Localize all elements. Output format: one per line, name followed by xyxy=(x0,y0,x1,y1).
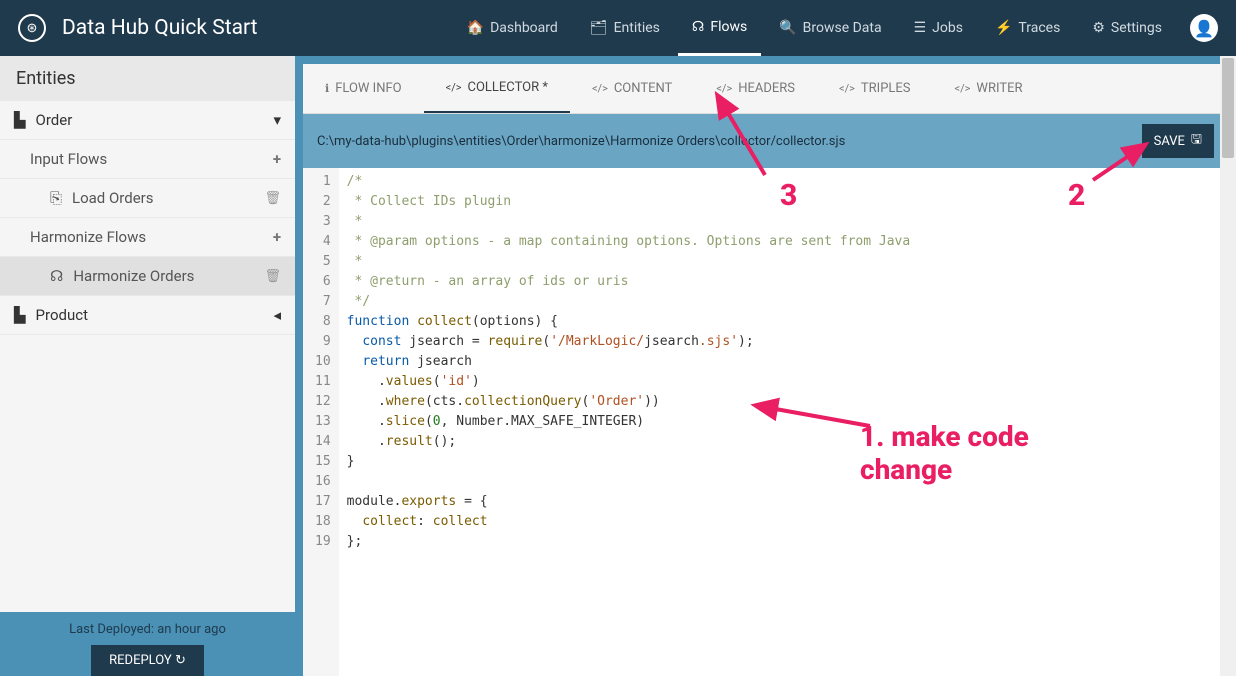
code-content[interactable]: /* * Collect IDs plugin * * @param optio… xyxy=(339,168,1228,676)
nav-traces[interactable]: ⚡ Traces xyxy=(981,0,1074,56)
nav-label: Settings xyxy=(1111,20,1162,36)
code-icon: </> xyxy=(592,82,608,95)
dashboard-icon: 🏠 xyxy=(467,20,484,36)
tab-label: HEADERS xyxy=(738,81,795,96)
plugin-tabs: ℹ FLOW INFO </> COLLECTOR * </> CONTENT </>… xyxy=(303,64,1228,114)
sidebar: Entities ▙ Order ▾ Input Flows + ⎘ Load … xyxy=(0,56,295,676)
add-harmonize-flow-icon[interactable]: + xyxy=(273,228,281,246)
import-icon: ⎘ xyxy=(50,189,62,207)
file-path-bar: C:\my-data-hub\plugins\entities\Order\ha… xyxy=(303,114,1228,168)
harmonize-flows[interactable]: Harmonize Flows + xyxy=(0,218,295,257)
code-editor[interactable]: 12345678910111213141516171819 /* * Colle… xyxy=(303,168,1228,676)
entities-icon: 🗂 xyxy=(590,20,608,36)
nav-dashboard[interactable]: 🏠 Dashboard xyxy=(453,0,572,56)
nav-jobs[interactable]: ☰ Jobs xyxy=(900,0,977,56)
sidebar-footer: Last Deployed: an hour ago REDEPLOY ↻ xyxy=(0,612,295,676)
chevron-down-icon: ▾ xyxy=(273,111,281,129)
button-label: REDEPLOY xyxy=(109,653,172,668)
nav-flows[interactable]: ☊ Flows xyxy=(678,0,761,56)
main: Entities ▙ Order ▾ Input Flows + ⎘ Load … xyxy=(0,56,1236,676)
entity-product[interactable]: ▙ Product ◂ xyxy=(0,296,295,335)
tree-label: Input Flows xyxy=(30,150,107,168)
input-flows[interactable]: Input Flows + xyxy=(0,140,295,179)
nav-entities[interactable]: 🗂 Entities xyxy=(576,0,674,56)
tab-label: CONTENT xyxy=(614,81,673,96)
nav-label: Dashboard xyxy=(490,20,558,36)
nav-label: Jobs xyxy=(932,20,963,36)
user-avatar-icon[interactable]: 👤 xyxy=(1190,14,1218,42)
tree-label: Load Orders xyxy=(72,189,153,207)
tab-label: COLLECTOR * xyxy=(468,80,548,95)
tree-label: Harmonize Orders xyxy=(73,267,194,285)
flows-icon: ☊ xyxy=(692,19,704,35)
tab-triples[interactable]: </> TRIPLES xyxy=(817,64,933,113)
nav-label: Browse Data xyxy=(803,20,882,36)
traces-icon: ⚡ xyxy=(995,20,1012,36)
topbar: ⊛ Data Hub Quick Start 🏠 Dashboard 🗂 Entit… xyxy=(0,0,1236,56)
tree-label: Order xyxy=(36,111,73,129)
tab-writer[interactable]: </> WRITER xyxy=(933,64,1045,113)
nav-label: Traces xyxy=(1018,20,1060,36)
tab-label: FLOW INFO xyxy=(335,81,401,96)
tree-label: Product xyxy=(36,306,88,324)
sidebar-title: Entities xyxy=(0,56,295,101)
last-deployed-text: Last Deployed: an hour ago xyxy=(0,622,295,637)
nav-label: Flows xyxy=(710,19,747,35)
delete-icon[interactable]: 🗑 xyxy=(264,269,281,284)
redeploy-button[interactable]: REDEPLOY ↻ xyxy=(91,645,204,676)
save-icon: 🖫 xyxy=(1191,130,1202,152)
scrollbar-thumb[interactable] xyxy=(1222,58,1234,158)
entity-tree: ▙ Order ▾ Input Flows + ⎘ Load Orders 🗑 … xyxy=(0,101,295,612)
gear-icon: ⚙ xyxy=(1092,20,1105,36)
nav-settings[interactable]: ⚙ Settings xyxy=(1078,0,1176,56)
file-path: C:\my-data-hub\plugins\entities\Order\ha… xyxy=(317,134,845,149)
line-gutter: 12345678910111213141516171819 xyxy=(303,168,339,676)
tab-collector[interactable]: </> COLLECTOR * xyxy=(424,64,570,113)
tree-label: Harmonize Flows xyxy=(30,228,146,246)
flow-load-orders[interactable]: ⎘ Load Orders 🗑 xyxy=(0,179,295,218)
flow-harmonize-orders[interactable]: ☊ Harmonize Orders 🗑 xyxy=(0,257,295,296)
tab-label: WRITER xyxy=(976,81,1022,96)
flow-icon: ☊ xyxy=(50,267,63,285)
nav-browse[interactable]: 🔍 Browse Data xyxy=(765,0,895,56)
code-icon: </> xyxy=(716,82,732,95)
tab-content[interactable]: </> CONTENT xyxy=(570,64,694,113)
content-area: ℹ FLOW INFO </> COLLECTOR * </> CONTENT </>… xyxy=(295,56,1236,676)
chart-icon: ▙ xyxy=(14,306,26,324)
nav-label: Entities xyxy=(614,20,660,36)
tab-headers[interactable]: </> HEADERS xyxy=(694,64,817,113)
chart-icon: ▙ xyxy=(14,111,26,129)
code-icon: </> xyxy=(839,82,855,95)
jobs-icon: ☰ xyxy=(914,20,927,36)
delete-icon[interactable]: 🗑 xyxy=(264,191,281,206)
code-icon: </> xyxy=(446,81,462,94)
scrollbar[interactable] xyxy=(1220,56,1236,676)
button-label: SAVE xyxy=(1154,134,1185,149)
add-input-flow-icon[interactable]: + xyxy=(273,150,281,168)
info-icon: ℹ xyxy=(325,82,329,95)
save-button[interactable]: SAVE 🖫 xyxy=(1142,124,1214,158)
app-title: Data Hub Quick Start xyxy=(62,16,258,40)
tab-label: TRIPLES xyxy=(861,81,911,96)
entity-order[interactable]: ▙ Order ▾ xyxy=(0,101,295,140)
top-nav: 🏠 Dashboard 🗂 Entities ☊ Flows 🔍 Browse Data… xyxy=(453,0,1218,56)
search-icon: 🔍 xyxy=(779,20,796,36)
chevron-left-icon: ◂ xyxy=(273,306,281,324)
tab-flow-info[interactable]: ℹ FLOW INFO xyxy=(303,64,424,113)
code-icon: </> xyxy=(955,82,971,95)
app-logo-icon: ⊛ xyxy=(18,14,46,42)
